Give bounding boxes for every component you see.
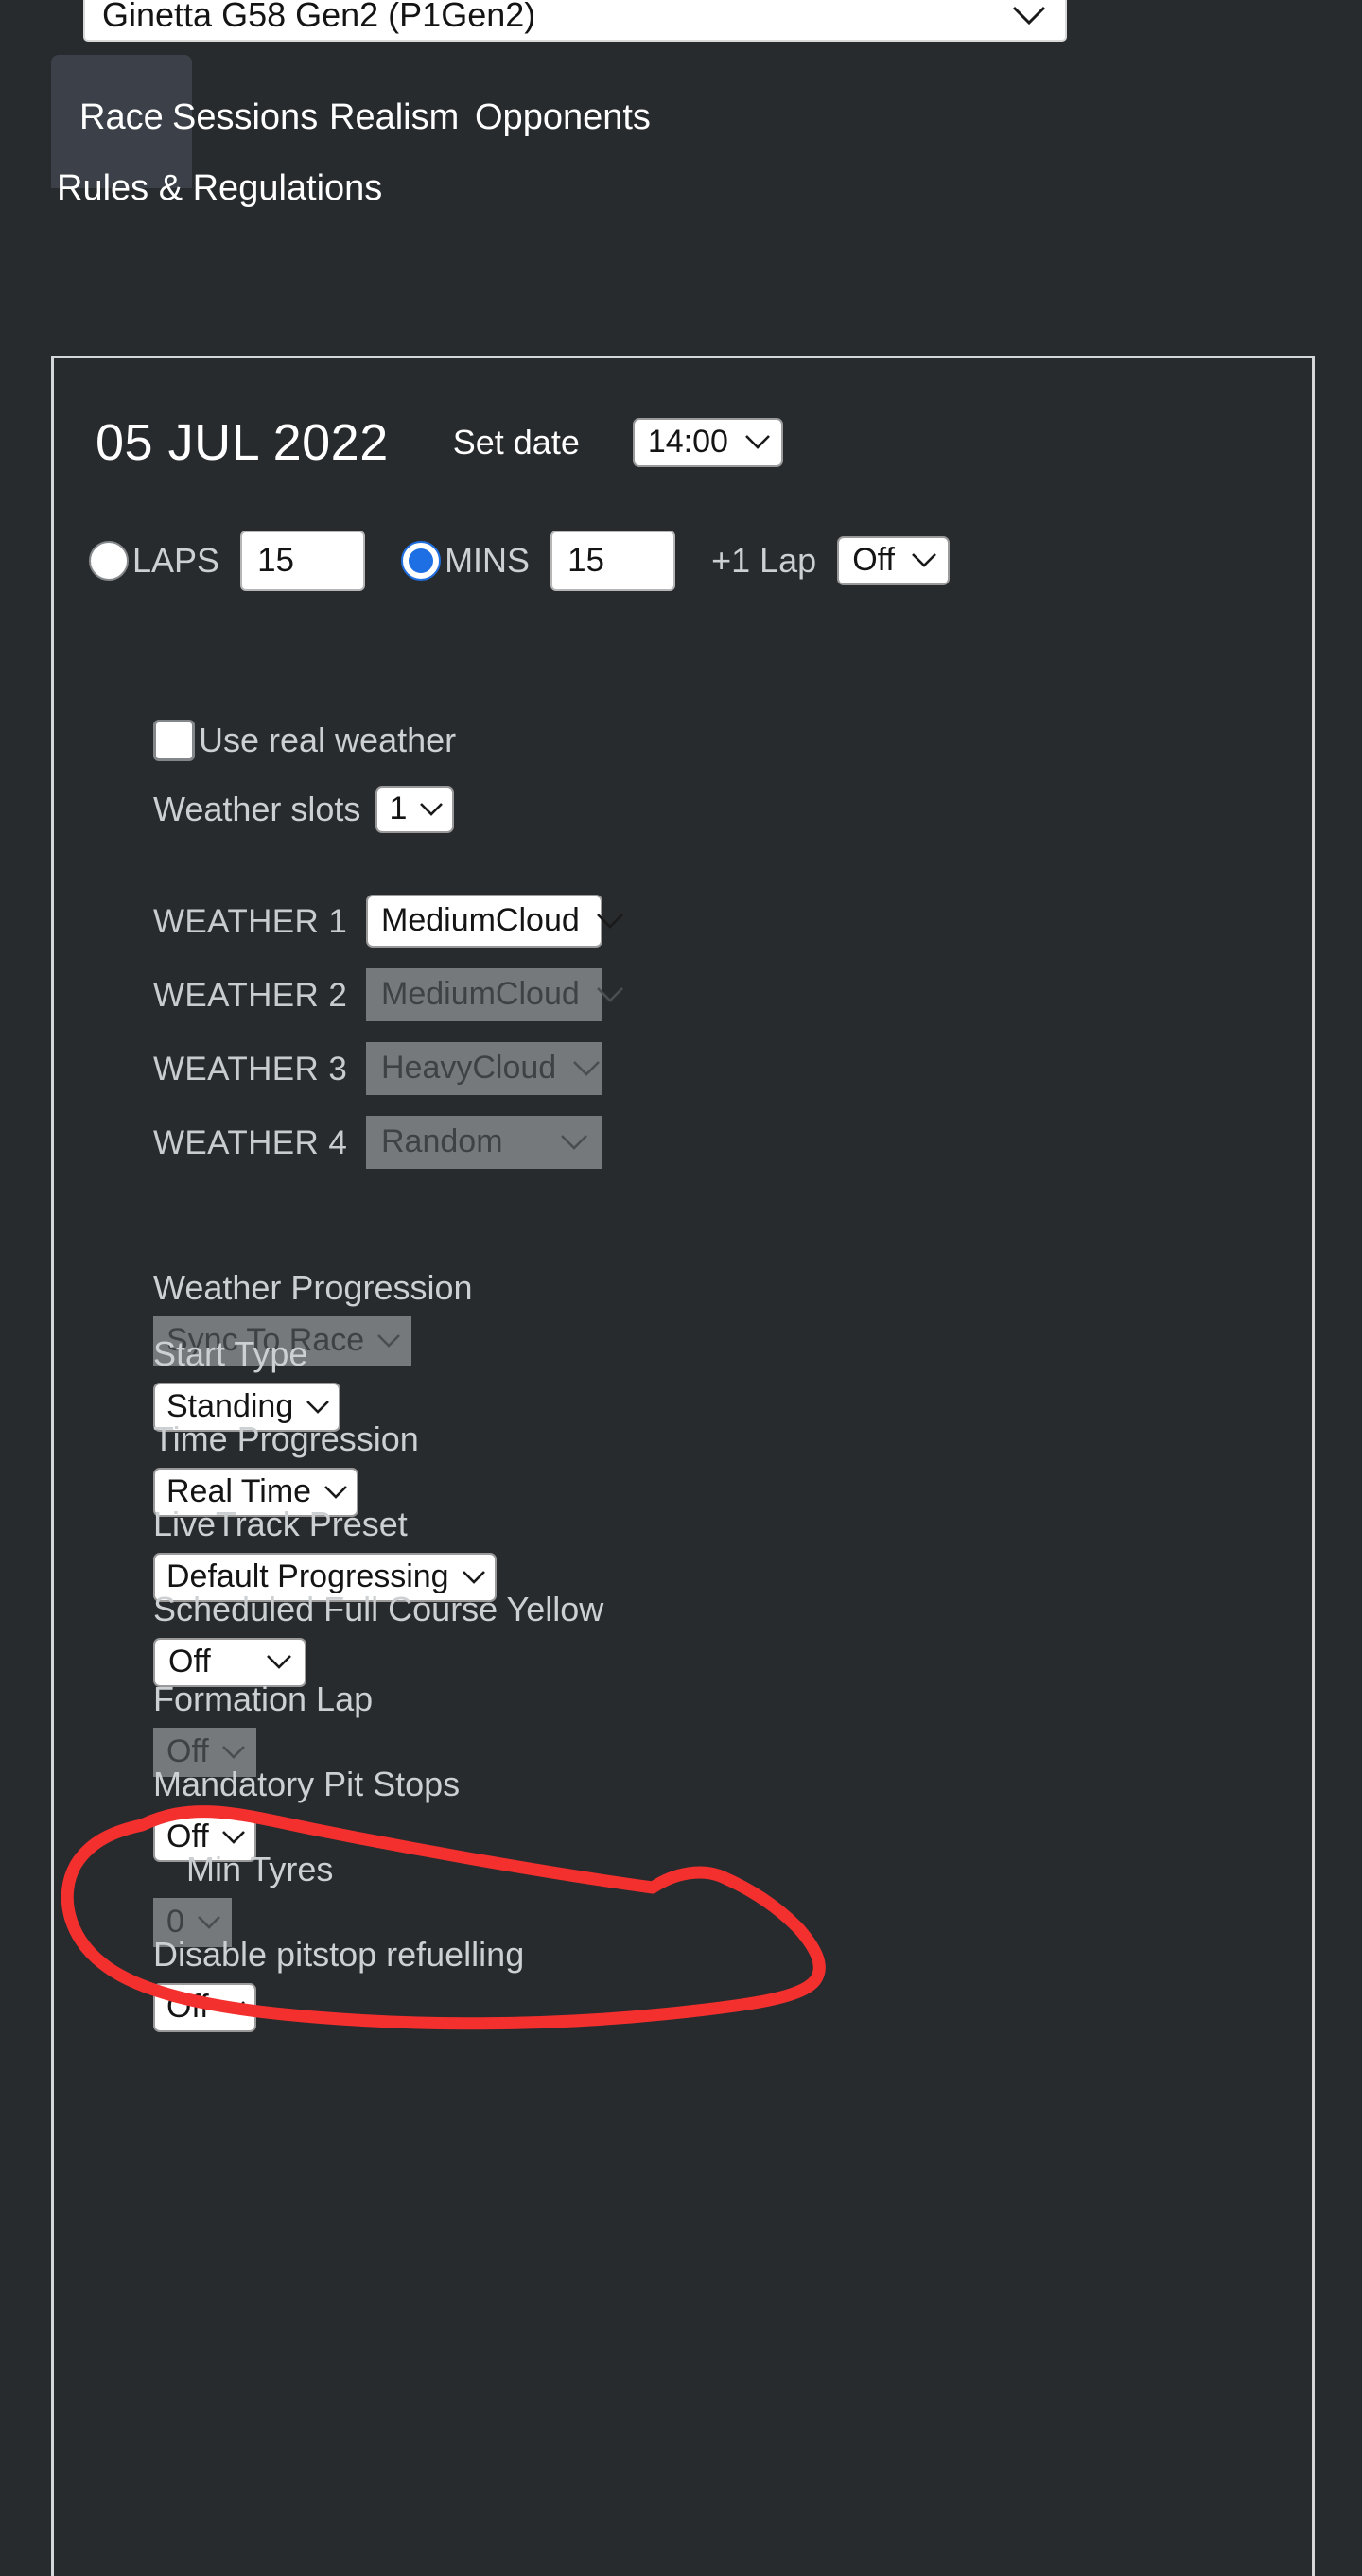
min-tyres-group: Min Tyres 0 [153, 1853, 333, 1947]
race-date-row: 05 JUL 2022 Set date 14:00 [96, 417, 783, 468]
start-type-value: Standing [166, 1388, 294, 1424]
car-selector-value: Ginetta G58 Gen2 (P1Gen2) [102, 0, 536, 34]
chevron-down-icon [1010, 4, 1048, 26]
start-type-group: Start Type Standing [153, 1334, 341, 1432]
chevron-down-icon [196, 1914, 222, 1930]
mins-value: 15 [568, 542, 604, 579]
mins-label: MINS [445, 541, 531, 580]
chevron-down-icon [375, 1332, 402, 1349]
weather-2-select: MediumCloud [366, 968, 623, 1021]
weather-1-value: MediumCloud [381, 902, 580, 938]
weather-4-row: WEATHER 4 Random [153, 1116, 602, 1169]
chevron-down-icon [461, 1569, 487, 1585]
mandatory-pit-stops-value: Off [166, 1819, 209, 1854]
race-date: 05 JUL 2022 [96, 414, 389, 471]
formation-lap-value: Off [166, 1733, 209, 1769]
chevron-down-icon [305, 1399, 331, 1415]
tab-realism[interactable]: Realism [329, 55, 459, 135]
laps-radio[interactable] [89, 541, 129, 581]
time-progression-label: Time Progression [153, 1419, 419, 1458]
chevron-down-icon [595, 912, 625, 930]
scheduled-full-course-yellow-label: Scheduled Full Course Yellow [153, 1590, 604, 1628]
mins-input[interactable]: 15 [550, 531, 676, 591]
chevron-down-icon [265, 1653, 293, 1670]
disable-pitstop-refuelling-value: Off [166, 1989, 209, 2025]
formation-lap-label: Formation Lap [153, 1680, 374, 1718]
weather-4-value: Random [381, 1123, 503, 1159]
chevron-down-icon [595, 985, 625, 1003]
chevron-down-icon [418, 801, 445, 817]
chevron-down-icon [220, 1999, 247, 2015]
chevron-down-icon [743, 433, 772, 450]
weather-3-value: HeavyCloud [381, 1050, 557, 1086]
use-real-weather-checkbox[interactable] [153, 720, 195, 761]
disable-pitstop-refuelling-select[interactable]: Off [153, 1983, 256, 2032]
weather-4-select: Random [366, 1116, 602, 1169]
livetrack-preset-label: LiveTrack Preset [153, 1505, 408, 1543]
weather-2-value: MediumCloud [381, 976, 580, 1012]
weather-1-label: WEATHER 1 [153, 902, 348, 940]
tab-rules-and-regulations-label: Rules & Regulations [57, 168, 383, 208]
race-length-row: LAPS 15 MINS 15 +1 Lap Off [89, 531, 950, 591]
disable-pitstop-refuelling-label: Disable pitstop refuelling [153, 1935, 525, 1974]
chevron-down-icon [559, 1133, 589, 1151]
use-real-weather-label: Use real weather [199, 721, 457, 759]
laps-label: LAPS [132, 541, 220, 580]
weather-2-label: WEATHER 2 [153, 976, 348, 1014]
weather-3-label: WEATHER 3 [153, 1050, 348, 1088]
scheduled-full-course-yellow-group: Scheduled Full Course Yellow Off [153, 1593, 603, 1687]
time-progression-group: Time Progression Real Time [153, 1422, 419, 1517]
chevron-down-icon [910, 551, 938, 568]
plus-one-lap-select[interactable]: Off [837, 536, 950, 585]
livetrack-preset-value: Default Progressing [166, 1558, 449, 1594]
livetrack-preset-group: LiveTrack Preset Default Progressing [153, 1507, 497, 1602]
tab-rules-and-regulations[interactable]: Rules & Regulations [57, 126, 382, 206]
mandatory-pit-stops-group: Mandatory Pit Stops Off [153, 1767, 460, 1862]
car-selector[interactable]: Ginetta G58 Gen2 (P1Gen2) [83, 0, 1067, 42]
weather-slots-select[interactable]: 1 [375, 786, 455, 833]
disable-pitstop-refuelling-group: Disable pitstop refuelling Off [153, 1938, 524, 2032]
race-settings-panel: 05 JUL 2022 Set date 14:00 LAPS 15 MINS … [51, 356, 1315, 2576]
plus-one-lap-label: +1 Lap [711, 541, 817, 580]
weather-slots-row: Weather slots 1 [153, 786, 455, 833]
chevron-down-icon [323, 1484, 349, 1500]
mandatory-pit-stops-label: Mandatory Pit Stops [153, 1765, 461, 1803]
weather-progression-label: Weather Progression [153, 1268, 473, 1307]
mins-radio[interactable] [401, 541, 442, 581]
start-type-label: Start Type [153, 1334, 308, 1373]
weather-slots-value: 1 [389, 791, 408, 827]
weather-4-label: WEATHER 4 [153, 1123, 348, 1161]
min-tyres-value: 0 [166, 1904, 184, 1940]
race-time-select[interactable]: 14:00 [632, 418, 783, 467]
tab-opponents-label: Opponents [475, 97, 651, 137]
tab-opponents[interactable]: Opponents [475, 55, 651, 135]
chevron-down-icon [571, 1059, 602, 1077]
use-real-weather-row[interactable]: Use real weather [153, 720, 456, 761]
weather-2-row: WEATHER 2 MediumCloud [153, 968, 623, 1021]
formation-lap-group: Formation Lap Off [153, 1682, 373, 1777]
weather-3-select: HeavyCloud [366, 1042, 602, 1095]
set-date-label: Set date [452, 423, 580, 461]
plus-one-lap-value: Off [852, 542, 895, 578]
tab-sessions[interactable]: Sessions [172, 55, 318, 135]
min-tyres-label: Min Tyres [186, 1850, 334, 1888]
chevron-down-icon [220, 1744, 247, 1760]
laps-value: 15 [257, 542, 294, 579]
weather-slots-label: Weather slots [153, 790, 361, 828]
weather-1-select[interactable]: MediumCloud [366, 895, 623, 948]
scheduled-full-course-yellow-value: Off [168, 1644, 211, 1680]
race-time-value: 14:00 [647, 424, 728, 460]
weather-1-row: WEATHER 1 MediumCloud [153, 895, 623, 948]
weather-3-row: WEATHER 3 HeavyCloud [153, 1042, 602, 1095]
chevron-down-icon [220, 1829, 247, 1845]
time-progression-value: Real Time [166, 1473, 312, 1509]
laps-input[interactable]: 15 [240, 531, 366, 591]
